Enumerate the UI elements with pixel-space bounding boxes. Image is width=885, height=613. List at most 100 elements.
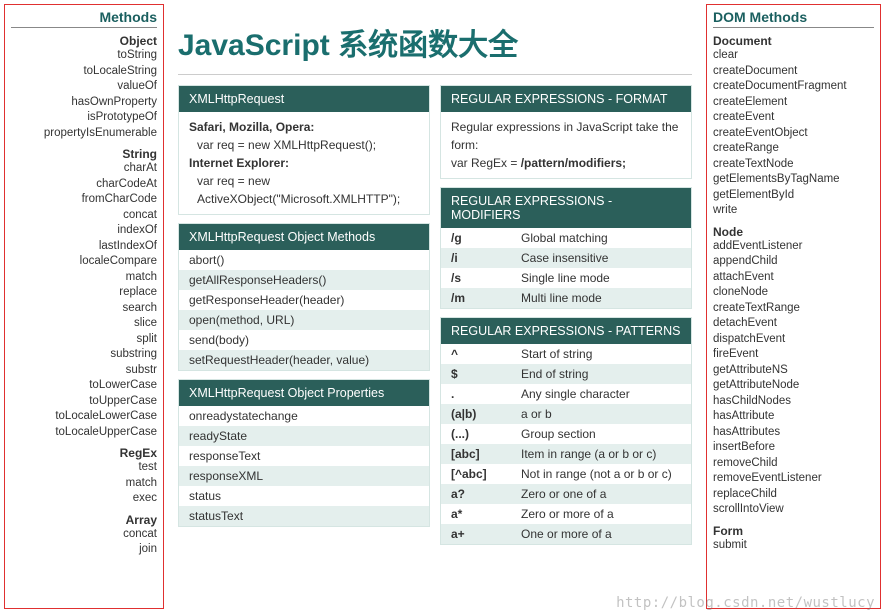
- method-item: createRange: [713, 141, 874, 157]
- method-item: valueOf: [11, 79, 157, 95]
- row-key: [abc]: [451, 447, 521, 461]
- method-item: removeChild: [713, 456, 874, 472]
- method-item: scrollIntoView: [713, 502, 874, 518]
- xhr-browser-label-1: Safari, Mozilla, Opera:: [189, 118, 419, 136]
- table-row: $End of string: [441, 364, 691, 384]
- method-item: toLowerCase: [11, 378, 157, 394]
- table-row: onreadystatechange: [179, 406, 429, 426]
- re-format-bold: /pattern/modifiers;: [521, 156, 626, 170]
- method-item: charAt: [11, 161, 157, 177]
- table-row: /iCase insensitive: [441, 248, 691, 268]
- xhr-methods-card: XMLHttpRequest Object Methods abort()get…: [178, 223, 430, 371]
- table-row: status: [179, 486, 429, 506]
- xhr-props-head: XMLHttpRequest Object Properties: [179, 380, 429, 406]
- method-item: hasOwnProperty: [11, 95, 157, 111]
- method-item: clear: [713, 48, 874, 64]
- xhr-methods-rows: abort()getAllResponseHeaders()getRespons…: [179, 250, 429, 370]
- method-item: substr: [11, 363, 157, 379]
- re-patterns-head: REGULAR EXPRESSIONS - PATTERNS: [441, 318, 691, 344]
- right-dom-column: DOM Methods DocumentclearcreateDocumentc…: [706, 4, 881, 609]
- method-item: toString: [11, 48, 157, 64]
- page: Methods ObjecttoStringtoLocaleStringvalu…: [0, 0, 885, 613]
- row-value: Item in range (a or b or c): [521, 447, 681, 461]
- method-item: getAttributeNode: [713, 378, 874, 394]
- group-body: submit: [713, 538, 874, 554]
- method-item: hasChildNodes: [713, 394, 874, 410]
- xhr-card: XMLHttpRequest Safari, Mozilla, Opera: v…: [178, 85, 430, 215]
- method-item: replace: [11, 285, 157, 301]
- group-body: clearcreateDocumentcreateDocumentFragmen…: [713, 48, 874, 219]
- method-item: fromCharCode: [11, 192, 157, 208]
- row-value: Single line mode: [521, 271, 681, 285]
- center-right-stack: REGULAR EXPRESSIONS - FORMAT Regular exp…: [440, 85, 692, 609]
- method-item: replaceChild: [713, 487, 874, 503]
- method-item: createTextNode: [713, 157, 874, 173]
- table-row: (...)Group section: [441, 424, 691, 444]
- xhr-code-1: var req = new XMLHttpRequest();: [189, 136, 419, 154]
- table-row: a*Zero or more of a: [441, 504, 691, 524]
- row-value: End of string: [521, 367, 681, 381]
- table-row: responseText: [179, 446, 429, 466]
- method-item: toLocaleLowerCase: [11, 409, 157, 425]
- method-item: join: [11, 542, 157, 558]
- method-item: insertBefore: [713, 440, 874, 456]
- method-item: slice: [11, 316, 157, 332]
- row-key: a+: [451, 527, 521, 541]
- row-value: Start of string: [521, 347, 681, 361]
- row-key: (...): [451, 427, 521, 441]
- re-format-pre: var RegEx =: [451, 156, 521, 170]
- group-body: testmatchexec: [11, 460, 157, 507]
- method-item: appendChild: [713, 254, 874, 270]
- table-row: .Any single character: [441, 384, 691, 404]
- row-key: ^: [451, 347, 521, 361]
- group-head: Array: [11, 513, 157, 527]
- method-item: isPrototypeOf: [11, 110, 157, 126]
- method-item: concat: [11, 208, 157, 224]
- method-item: write: [713, 203, 874, 219]
- group-head: String: [11, 147, 157, 161]
- xhr-code-2a: var req = new: [189, 172, 419, 190]
- method-item: toLocaleUpperCase: [11, 425, 157, 441]
- group-head: Document: [713, 34, 874, 48]
- method-item: localeCompare: [11, 254, 157, 270]
- table-row: readyState: [179, 426, 429, 446]
- method-item: addEventListener: [713, 239, 874, 255]
- table-row: (a|b)a or b: [441, 404, 691, 424]
- method-item: createDocumentFragment: [713, 79, 874, 95]
- table-row: getAllResponseHeaders(): [179, 270, 429, 290]
- row-key: /i: [451, 251, 521, 265]
- right-groups: DocumentclearcreateDocumentcreateDocumen…: [713, 34, 874, 553]
- left-methods-column: Methods ObjecttoStringtoLocaleStringvalu…: [4, 4, 164, 609]
- method-item: hasAttributes: [713, 425, 874, 441]
- table-row: [abc]Item in range (a or b or c): [441, 444, 691, 464]
- row-value: Any single character: [521, 387, 681, 401]
- row-value: Global matching: [521, 231, 681, 245]
- row-value: One or more of a: [521, 527, 681, 541]
- method-item: toLocaleString: [11, 64, 157, 80]
- method-item: concat: [11, 527, 157, 543]
- method-item: match: [11, 476, 157, 492]
- method-item: createTextRange: [713, 301, 874, 317]
- row-key: /g: [451, 231, 521, 245]
- right-column-title: DOM Methods: [713, 9, 874, 28]
- method-item: exec: [11, 491, 157, 507]
- row-key: a*: [451, 507, 521, 521]
- method-item: test: [11, 460, 157, 476]
- method-item: createElement: [713, 95, 874, 111]
- method-item: getElementsByTagName: [713, 172, 874, 188]
- center-two-columns: XMLHttpRequest Safari, Mozilla, Opera: v…: [178, 85, 692, 609]
- watermark: http://blog.csdn.net/wustlucy: [616, 595, 875, 611]
- method-item: removeEventListener: [713, 471, 874, 487]
- method-item: toUpperCase: [11, 394, 157, 410]
- table-row: /mMulti line mode: [441, 288, 691, 308]
- left-column-title: Methods: [11, 9, 157, 28]
- method-item: dispatchEvent: [713, 332, 874, 348]
- row-value: Group section: [521, 427, 681, 441]
- method-item: indexOf: [11, 223, 157, 239]
- table-row: /gGlobal matching: [441, 228, 691, 248]
- re-modifiers-head: REGULAR EXPRESSIONS - MODIFIERS: [441, 188, 691, 228]
- row-value: Zero or one of a: [521, 487, 681, 501]
- xhr-code-2b: ActiveXObject("Microsoft.XMLHTTP");: [189, 190, 419, 208]
- method-item: submit: [713, 538, 874, 554]
- xhr-props-card: XMLHttpRequest Object Properties onready…: [178, 379, 430, 527]
